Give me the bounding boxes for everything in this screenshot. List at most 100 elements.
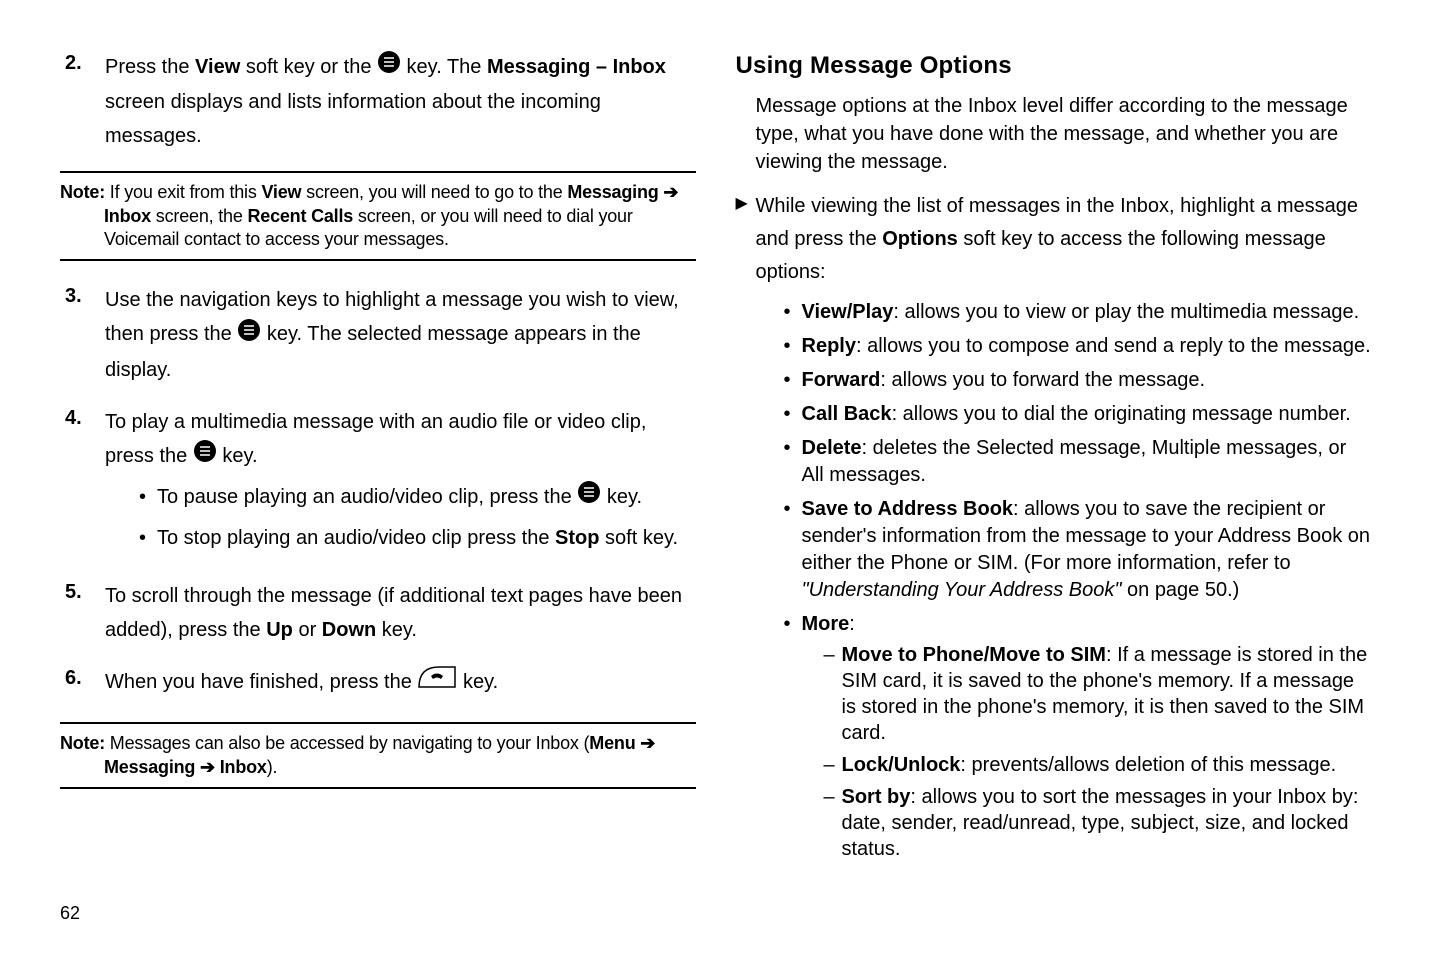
option-label: Reply (802, 335, 856, 357)
option-label: More (802, 613, 850, 635)
ok-key-icon (237, 318, 261, 353)
option-delete: •Delete: deletes the Selected message, M… (784, 435, 1372, 489)
bullet-dot: • (784, 611, 802, 868)
dash-bullet: – (824, 784, 842, 862)
text: key. (376, 619, 417, 641)
option-label: Save to Address Book (802, 498, 1014, 520)
text: key. (601, 486, 642, 508)
intro-paragraph: Message options at the Inbox level diffe… (756, 92, 1372, 176)
sub-text: : prevents/allows deletion of this messa… (960, 754, 1336, 776)
note-label: Note: (60, 182, 105, 202)
sub-label: Sort by (842, 786, 911, 808)
text: key. (457, 671, 498, 693)
bullet-dot: • (784, 367, 802, 394)
text: screen, you will need to go to the (301, 182, 567, 202)
option-reply: •Reply: allows you to compose and send a… (784, 333, 1372, 360)
step-3: 3. Use the navigation keys to highlight … (60, 283, 696, 386)
option-label: Call Back (802, 403, 892, 425)
step-body: To scroll through the message (if additi… (105, 579, 696, 647)
note-1: Note: If you exit from this View screen,… (60, 171, 696, 261)
text: When you have finished, press the (105, 671, 417, 693)
instruction-item: ▶ While viewing the list of messages in … (736, 190, 1372, 289)
step-number: 4. (65, 405, 105, 561)
step-number: 6. (65, 665, 105, 700)
text: Press the (105, 56, 195, 78)
option-text: : deletes the Selected message, Multiple… (802, 437, 1347, 486)
more-sublist: –Move to Phone/Move to SIM: If a message… (824, 642, 1372, 862)
text: soft key or the (240, 56, 377, 78)
instruction-body: While viewing the list of messages in th… (756, 190, 1372, 289)
bullet-dot: • (784, 496, 802, 604)
step-4: 4. To play a multimedia message with an … (60, 405, 696, 561)
step-body: To play a multimedia message with an aud… (105, 405, 696, 561)
menu-label: Menu (589, 733, 635, 753)
text: or (293, 619, 322, 641)
triangle-bullet-icon: ▶ (736, 190, 756, 289)
more-lock: –Lock/Unlock: prevents/allows deletion o… (824, 752, 1372, 778)
messaging-inbox-label: Messaging – Inbox (487, 56, 666, 78)
options-list: •View/Play: allows you to view or play t… (784, 299, 1372, 868)
option-text: on page 50.) (1121, 579, 1239, 601)
text: To play a multimedia message with an aud… (105, 411, 646, 467)
colon: : (849, 613, 855, 635)
bullet-dot: • (784, 299, 802, 326)
arrow-icon: ➔ (636, 733, 656, 753)
sub-bullet-body: To stop playing an audio/video clip pres… (157, 521, 678, 555)
option-text: : allows you to compose and send a reply… (856, 335, 1371, 357)
step-5: 5. To scroll through the message (if add… (60, 579, 696, 647)
more-move: –Move to Phone/Move to SIM: If a message… (824, 642, 1372, 746)
view-label: View (261, 182, 301, 202)
bullet-dot: • (139, 521, 157, 555)
step-2: 2. Press the View soft key or the key. T… (60, 50, 696, 153)
step-6: 6. When you have finished, press the key… (60, 665, 696, 700)
option-save-address-book: •Save to Address Book: allows you to sav… (784, 496, 1372, 604)
inbox-label: Inbox (104, 206, 151, 226)
end-key-icon (417, 665, 457, 700)
sub-bullet: • To stop playing an audio/video clip pr… (139, 521, 696, 555)
option-forward: •Forward: allows you to forward the mess… (784, 367, 1372, 394)
arrow-icon: ➔ (659, 182, 679, 202)
stop-label: Stop (555, 527, 599, 549)
ok-key-icon (577, 480, 601, 515)
arrow-icon: ➔ (195, 757, 219, 777)
step-number: 5. (65, 579, 105, 647)
option-text: : allows you to dial the originating mes… (892, 403, 1351, 425)
cross-reference: "Understanding Your Address Book" (802, 579, 1122, 601)
step-body: Press the View soft key or the key. The … (105, 50, 696, 153)
sub-label: Lock/Unlock (842, 754, 961, 776)
step-number: 3. (65, 283, 105, 386)
up-key-label: Up (266, 619, 293, 641)
inbox-label: Inbox (220, 757, 267, 777)
messaging-label: Messaging (104, 757, 195, 777)
down-key-label: Down (322, 619, 376, 641)
step-4-sublist: • To pause playing an audio/video clip, … (139, 480, 696, 555)
sub-label: Move to Phone/Move to SIM (842, 644, 1106, 666)
recent-calls-label: Recent Calls (247, 206, 353, 226)
bullet-dot: • (784, 401, 802, 428)
option-text: : allows you to view or play the multime… (893, 301, 1359, 323)
dash-bullet: – (824, 642, 842, 746)
option-label: Delete (802, 437, 862, 459)
bullet-dot: • (784, 435, 802, 489)
text: key. The (401, 56, 487, 78)
option-more: •More: –Move to Phone/Move to SIM: If a … (784, 611, 1372, 868)
option-viewplay: •View/Play: allows you to view or play t… (784, 299, 1372, 326)
text: key. (217, 445, 258, 467)
text: screen, the (151, 206, 247, 226)
page-number: 62 (60, 903, 1371, 924)
note-label: Note: (60, 733, 105, 753)
text: Messages can also be accessed by navigat… (105, 733, 589, 753)
section-heading: Using Message Options (736, 50, 1372, 82)
ok-key-icon (193, 439, 217, 474)
sub-bullet-body: To pause playing an audio/video clip, pr… (157, 480, 642, 515)
more-sortby: –Sort by: allows you to sort the message… (824, 784, 1372, 862)
text: To pause playing an audio/video clip, pr… (157, 486, 577, 508)
bullet-dot: • (139, 480, 157, 515)
options-label: Options (882, 228, 958, 250)
dash-bullet: – (824, 752, 842, 778)
text: soft key. (599, 527, 678, 549)
bullet-dot: • (784, 333, 802, 360)
option-callback: •Call Back: allows you to dial the origi… (784, 401, 1372, 428)
step-body: When you have finished, press the key. (105, 665, 696, 700)
sub-bullet: • To pause playing an audio/video clip, … (139, 480, 696, 515)
